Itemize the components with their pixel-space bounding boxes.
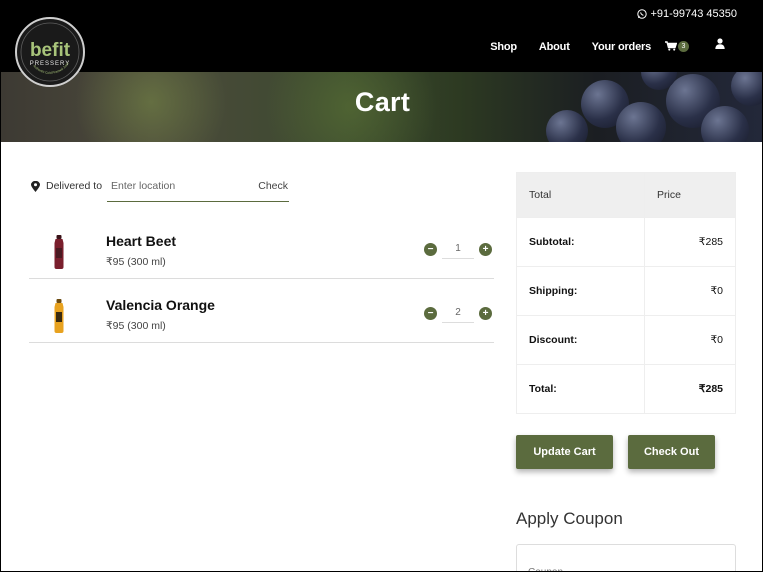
product-image <box>54 235 64 269</box>
cart-item: Valencia Orange ₹95 (300 ml) − 2 + <box>29 280 494 343</box>
page-title: Cart <box>354 87 411 117</box>
coupon-field <box>516 544 736 571</box>
summary-row: Shipping: ₹0 <box>516 266 736 316</box>
user-icon <box>715 38 725 49</box>
product-name[interactable]: Valencia Orange <box>106 297 215 313</box>
summary-header-row: Total Price <box>516 172 736 218</box>
subtotal-label: Subtotal: <box>516 217 645 267</box>
quantity-stepper: − 1 + <box>424 239 492 259</box>
location-pin-icon <box>31 180 40 192</box>
phone-contact[interactable]: +91-99743 45350 <box>637 8 737 20</box>
cart-button[interactable]: 3 <box>665 40 689 52</box>
delivered-to-label: Delivered to <box>46 180 103 192</box>
delivery-location: Delivered to <box>31 180 102 192</box>
summary-row: Total: ₹285 <box>516 364 736 414</box>
summary-row: Discount: ₹0 <box>516 315 736 365</box>
product-price: ₹95 (300 ml) <box>106 320 166 332</box>
column-header-price: Price <box>644 172 736 218</box>
subtotal-value: ₹285 <box>644 217 736 267</box>
logo-mark: befit PRESSERY Authentic Cold Pressed Ju… <box>20 22 80 82</box>
increase-quantity-button[interactable]: + <box>479 306 492 320</box>
cart-item: Heart Beet ₹95 (300 ml) − 1 + <box>29 216 494 279</box>
product-name[interactable]: Heart Beet <box>106 233 176 249</box>
apply-coupon-heading: Apply Coupon <box>516 509 623 528</box>
product-price: ₹95 (300 ml) <box>106 256 166 268</box>
phone-number: +91-99743 45350 <box>650 8 737 20</box>
decrease-quantity-button[interactable]: − <box>424 242 437 256</box>
quantity-stepper: − 2 + <box>424 303 492 323</box>
brand-logo[interactable]: befit PRESSERY Authentic Cold Pressed Ju… <box>15 17 85 87</box>
quantity-value[interactable]: 1 <box>442 239 474 259</box>
cart-icon <box>665 41 677 51</box>
page: +91-99743 45350 Shop About Your orders 3… <box>0 0 763 572</box>
nav-your-orders[interactable]: Your orders <box>592 41 652 53</box>
main-nav: Shop About Your orders 3 <box>490 38 725 56</box>
check-out-button[interactable]: Check Out <box>628 435 715 469</box>
nav-about[interactable]: About <box>539 41 570 53</box>
shipping-value: ₹0 <box>644 266 736 316</box>
column-header-total: Total <box>516 172 645 218</box>
coupon-input[interactable] <box>517 554 717 571</box>
cart-count-badge: 3 <box>678 40 689 52</box>
cart-summary-table: Total Price Subtotal: ₹285 Shipping: ₹0 … <box>516 172 736 414</box>
shipping-label: Shipping: <box>516 266 645 316</box>
summary-row: Subtotal: ₹285 <box>516 217 736 267</box>
location-input[interactable] <box>107 174 247 198</box>
account-button[interactable] <box>715 36 725 54</box>
location-field: Check <box>107 174 289 202</box>
increase-quantity-button[interactable]: + <box>479 242 492 256</box>
discount-label: Discount: <box>516 315 645 365</box>
product-image <box>54 299 64 333</box>
discount-value: ₹0 <box>644 315 736 365</box>
total-value: ₹285 <box>644 364 736 414</box>
svg-text:befit: befit <box>30 40 71 61</box>
decrease-quantity-button[interactable]: − <box>424 306 437 320</box>
whatsapp-icon <box>637 9 648 19</box>
top-navbar: +91-99743 45350 Shop About Your orders 3 <box>1 0 762 72</box>
quantity-value[interactable]: 2 <box>442 303 474 323</box>
check-location-button[interactable]: Check <box>258 180 288 192</box>
update-cart-button[interactable]: Update Cart <box>516 435 613 469</box>
total-label: Total: <box>516 364 645 414</box>
nav-shop[interactable]: Shop <box>490 41 517 53</box>
